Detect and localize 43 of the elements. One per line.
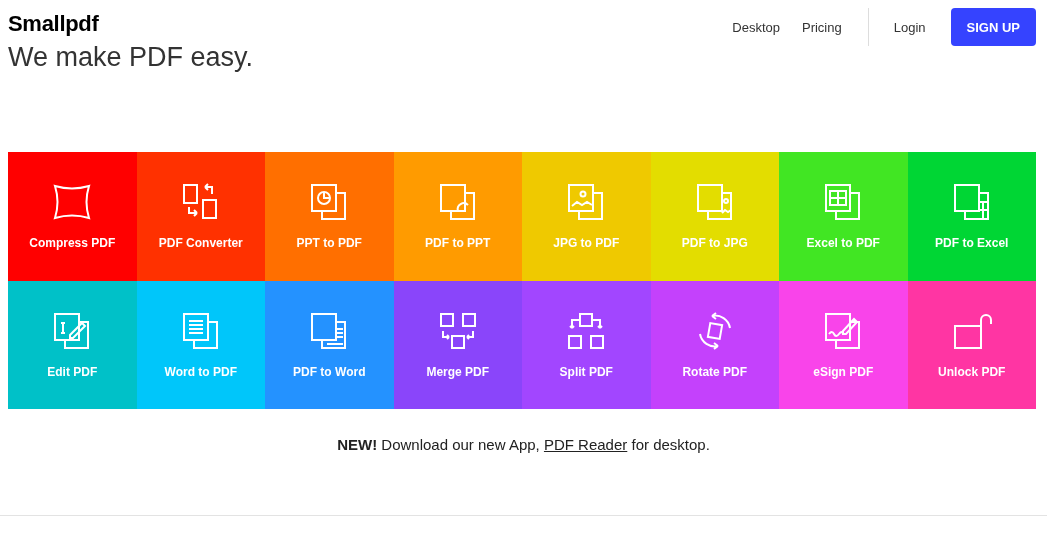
tool-tile[interactable]: Merge PDF	[393, 280, 522, 409]
tool-label: Merge PDF	[426, 364, 490, 379]
tool-label: eSign PDF	[813, 364, 874, 379]
announcement-text: NEW! Download our new App, PDF Reader for desktop.	[336, 436, 711, 453]
tool-label: PDF Converter	[158, 236, 243, 250]
tool-label: Compress PDF	[29, 236, 116, 250]
tool-label: Rotate PDF	[682, 364, 748, 379]
nav-link[interactable]: Desktop	[732, 19, 780, 35]
tool-label: PDF to Excel	[935, 236, 1009, 250]
tool-label: JPG to PDF	[553, 236, 620, 250]
tool-tile[interactable]: PDF Converter	[136, 152, 265, 281]
logo[interactable]: Smallpdf	[8, 8, 254, 40]
split-squares-icon	[566, 310, 607, 351]
tool-label: Excel to PDF	[806, 236, 880, 250]
tool-tile[interactable]: Unlock PDF	[907, 280, 1036, 409]
tool-label: Word to PDF	[164, 364, 237, 379]
documents-chart-icon	[437, 182, 478, 222]
documents-image-icon	[694, 182, 735, 222]
nav-link[interactable]: Pricing	[801, 19, 842, 35]
documents-table-icon	[951, 182, 992, 222]
tool-tile[interactable]: PDF to Excel	[907, 152, 1036, 281]
merge-squares-icon	[437, 310, 478, 351]
tool-tile[interactable]: eSign PDF	[779, 280, 908, 409]
tool-label: Unlock PDF	[938, 364, 1006, 379]
tool-tile[interactable]: Edit PDF	[8, 280, 137, 409]
tool-label: Split PDF	[559, 364, 613, 379]
tagline: We make PDF easy.	[8, 41, 254, 74]
tool-label: PDF to JPG	[681, 236, 748, 250]
documents-lines-icon	[180, 310, 221, 351]
login-link[interactable]: Login	[893, 19, 926, 35]
pdf-reader-link[interactable]: PDF Reader	[543, 436, 628, 453]
tool-tile[interactable]: Compress PDF	[8, 152, 137, 281]
sign-up-button[interactable]: SIGN UP	[950, 8, 1036, 46]
tool-tile[interactable]: Word to PDF	[136, 280, 265, 409]
tool-tile[interactable]: PPT to PDF	[265, 152, 394, 281]
tool-tile[interactable]: PDF to Word	[265, 280, 394, 409]
tool-tile[interactable]: Split PDF	[522, 280, 651, 409]
tool-label: PPT to PDF	[296, 236, 362, 250]
tool-label: PDF to PPT	[425, 236, 491, 250]
tool-tile[interactable]: PDF to PPT	[393, 152, 522, 281]
tool-label: PDF to Word	[293, 364, 366, 379]
tool-tile[interactable]: Rotate PDF	[650, 280, 779, 409]
tool-label: Edit PDF	[47, 364, 98, 379]
